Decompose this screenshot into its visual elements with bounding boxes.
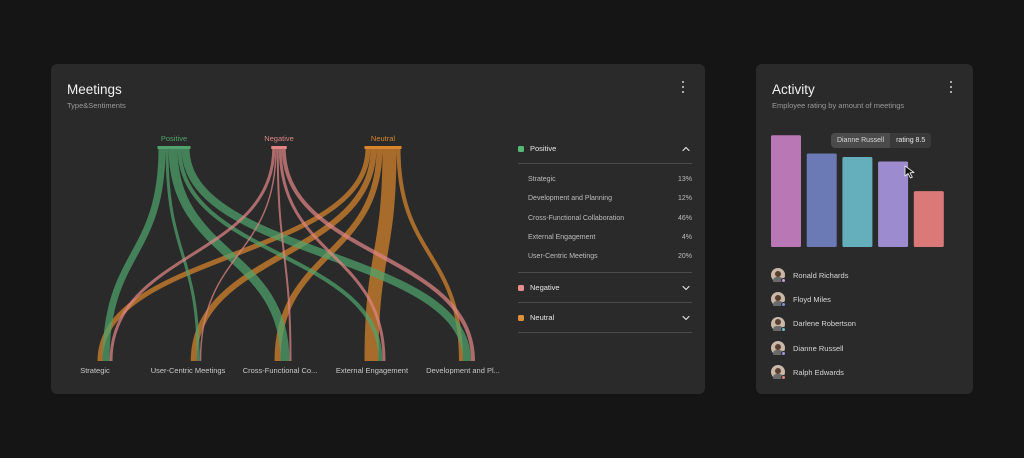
avatar bbox=[771, 268, 786, 284]
employee-name: Darlene Robertson bbox=[793, 319, 856, 329]
sankey-diagram: Positive Negative Neutral Strategic User-Cen… bbox=[80, 134, 500, 375]
sankey-target-label: Strategic bbox=[80, 366, 110, 375]
avatar bbox=[771, 365, 786, 381]
employee-name: Ronald Richards bbox=[793, 270, 849, 280]
legend-section-label: Neutral bbox=[530, 313, 555, 323]
avatar bbox=[771, 292, 786, 308]
sankey-source-label: Neutral bbox=[371, 134, 396, 143]
sankey-source-node bbox=[271, 146, 287, 149]
sankey-source-label: Positive bbox=[161, 134, 187, 143]
cursor-icon bbox=[904, 165, 915, 179]
employee-name: Ralph Edwards bbox=[793, 367, 844, 377]
sankey-source-label: Negative bbox=[264, 134, 294, 143]
employee-item[interactable]: Dianne Russell bbox=[771, 336, 856, 360]
legend-row-name: Development and Planning bbox=[528, 195, 613, 203]
legend-row-value: 4% bbox=[681, 234, 692, 242]
status-badge bbox=[781, 351, 786, 357]
legend-row-value: 12% bbox=[677, 195, 692, 203]
legend-section-label: Negative bbox=[530, 283, 560, 293]
legend-section-neutral[interactable]: Neutral bbox=[518, 303, 692, 334]
sankey-target-label: Cross-Functional Co... bbox=[243, 366, 318, 375]
employee-name: Floyd Miles bbox=[793, 294, 831, 304]
more-vertical-icon[interactable] bbox=[678, 80, 688, 94]
employee-list: Ronald Richards Floyd Miles Darlene Robert… bbox=[771, 263, 856, 384]
rating-bar[interactable] bbox=[842, 156, 873, 247]
status-badge bbox=[781, 375, 786, 381]
legend-section-positive[interactable]: Positive bbox=[518, 134, 692, 164]
legend-row-name: External Engagement bbox=[528, 234, 596, 242]
legend-section-negative[interactable]: Negative bbox=[518, 273, 692, 304]
sankey-flow bbox=[396, 147, 463, 362]
legend-row-value: 46% bbox=[677, 214, 692, 222]
avatar bbox=[771, 341, 786, 357]
legend-row: Development and Planning 12% bbox=[528, 189, 692, 208]
sankey-flow bbox=[102, 147, 166, 362]
sankey-flow bbox=[199, 147, 277, 362]
legend-row-value: 13% bbox=[677, 176, 692, 184]
screen: Meetings Type&Sentiments Positive Negativ… bbox=[0, 0, 1024, 458]
legend-row-name: Cross-Functional Collaboration bbox=[528, 214, 625, 222]
legend-row: Strategic 13% bbox=[528, 170, 692, 189]
sankey-target-label: External Engagement bbox=[336, 366, 409, 375]
tooltip-name: Dianne Russell bbox=[837, 137, 885, 144]
bar-tooltip: Dianne Russell rating 8.5 bbox=[831, 133, 932, 148]
chevron-up-icon[interactable] bbox=[682, 145, 690, 153]
sankey-target-label: User-Centric Meetings bbox=[151, 366, 226, 375]
legend-row: External Engagement 4% bbox=[528, 228, 692, 247]
employee-item[interactable]: Ralph Edwards bbox=[771, 360, 856, 384]
legend-row-name: User-Centric Meetings bbox=[528, 253, 598, 261]
rating-bar[interactable] bbox=[771, 135, 801, 247]
legend-row-name: Strategic bbox=[528, 176, 556, 184]
employee-item[interactable]: Darlene Robertson bbox=[771, 312, 856, 336]
sankey-source-node bbox=[364, 146, 402, 149]
legend-dot bbox=[518, 314, 524, 321]
rating-bar[interactable] bbox=[806, 153, 837, 247]
legend-section-label: Positive bbox=[530, 144, 557, 153]
status-badge bbox=[781, 278, 786, 284]
legend-row-value: 20% bbox=[677, 253, 692, 261]
legend-row: Cross-Functional Collaboration 46% bbox=[528, 209, 692, 228]
activity-card: Activity Employee rating by amount of me… bbox=[756, 64, 973, 394]
chevron-down-icon[interactable] bbox=[682, 314, 690, 322]
sankey-target-label: Development and Pl... bbox=[426, 366, 500, 375]
avatar bbox=[771, 316, 786, 332]
legend-rows: Strategic 13% Development and Planning 12% C… bbox=[518, 164, 692, 274]
employee-item[interactable]: Floyd Miles bbox=[771, 287, 856, 311]
sentiment-legend: Positive Strategic 13% Development and Plan… bbox=[518, 134, 692, 334]
legend-dot bbox=[518, 145, 524, 152]
rating-bar[interactable] bbox=[913, 191, 944, 247]
status-badge bbox=[781, 302, 786, 308]
tooltip-value: rating 8.5 bbox=[890, 133, 932, 148]
chevron-down-icon[interactable] bbox=[682, 284, 690, 292]
sankey-source-node bbox=[157, 146, 191, 149]
meetings-card: Meetings Type&Sentiments Positive Negativ… bbox=[51, 64, 705, 394]
legend-dot bbox=[518, 284, 524, 291]
legend-row: User-Centric Meetings 20% bbox=[528, 247, 692, 266]
employee-item[interactable]: Ronald Richards bbox=[771, 263, 856, 287]
status-badge bbox=[781, 326, 786, 332]
rating-bar-chart bbox=[771, 135, 944, 247]
employee-name: Dianne Russell bbox=[793, 343, 844, 353]
